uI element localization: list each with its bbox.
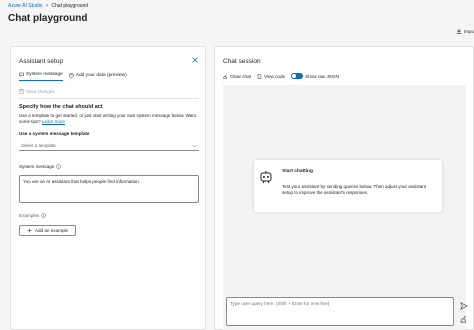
tab-system-message-label: System message <box>26 72 63 77</box>
breadcrumb-separator: > <box>45 3 49 9</box>
broom-icon[interactable] <box>460 315 468 323</box>
system-message-label-row: System message <box>19 164 61 169</box>
close-icon[interactable] <box>191 56 199 64</box>
tab-add-your-data-label: Add your data (preview) <box>75 72 127 78</box>
tab-add-your-data[interactable]: Add your data (preview) <box>69 72 127 81</box>
divider <box>19 98 199 99</box>
chevron-down-icon <box>192 144 197 148</box>
start-chatting-card: Start chatting Test your assistant by se… <box>254 160 442 212</box>
save-changes-button[interactable]: Save changes <box>19 89 55 94</box>
save-changes-label: Save changes <box>26 89 55 94</box>
view-code-button[interactable]: View code <box>257 74 285 79</box>
clear-chat-button[interactable]: Clear chat <box>223 74 251 79</box>
database-icon <box>69 72 74 78</box>
toggle-switch[interactable] <box>291 73 304 79</box>
user-query-input[interactable] <box>230 301 430 306</box>
section-heading: Specify how the chat should act <box>19 104 103 110</box>
template-select[interactable]: Select a template <box>19 141 199 151</box>
view-code-label: View code <box>263 73 286 79</box>
show-raw-json-label: Show raw JSON <box>305 73 339 79</box>
template-select-value: Select a template <box>21 143 56 148</box>
import-icon <box>456 28 462 34</box>
save-icon <box>19 89 24 94</box>
add-example-label: Add an example <box>34 228 69 233</box>
breadcrumb-current: Chat playground <box>51 3 89 9</box>
examples-label-row: Examples <box>19 213 46 218</box>
send-icon[interactable] <box>460 302 468 310</box>
section-description: Use a template to get started, or just s… <box>19 113 203 125</box>
chat-toolbar: Clear chat View code Show raw JSON <box>223 73 339 79</box>
start-chatting-description: Test your assistant by sending queries b… <box>282 184 426 195</box>
start-chatting-title: Start chatting <box>282 169 313 174</box>
show-raw-json-toggle[interactable]: Show raw JSON <box>291 73 339 79</box>
info-icon[interactable] <box>56 164 61 169</box>
clear-chat-label: Clear chat <box>230 73 251 79</box>
chat-bot-icon <box>260 171 272 184</box>
breadcrumb: Azure AI Studio > Chat playground <box>8 3 88 9</box>
chat-session-title: Chat session <box>223 58 261 65</box>
plus-icon <box>27 228 32 233</box>
system-message-textarea[interactable]: You are an AI assistant that helps peopl… <box>19 175 199 203</box>
code-file-icon <box>257 73 262 79</box>
template-label: Use a system message template <box>19 131 90 136</box>
message-icon <box>19 72 24 77</box>
learn-more-link[interactable]: Learn more <box>42 119 65 124</box>
page-title: Chat playground <box>8 13 88 24</box>
system-message-label: System message <box>19 164 55 169</box>
info-icon[interactable] <box>41 213 46 218</box>
import-label: Impo <box>463 28 474 34</box>
broom-icon <box>223 73 227 79</box>
tab-system-message[interactable]: System message <box>19 72 63 81</box>
assistant-setup-panel: Assistant setup System message Add your … <box>10 46 206 330</box>
assistant-setup-title: Assistant setup <box>19 58 64 65</box>
breadcrumb-root-link[interactable]: Azure AI Studio <box>8 3 42 9</box>
user-query-box[interactable] <box>226 297 454 326</box>
add-example-button[interactable]: Add an example <box>19 225 76 236</box>
import-button[interactable]: Impo <box>456 28 474 34</box>
setup-tabs: System message Add your data (preview) <box>19 72 127 81</box>
examples-label: Examples <box>19 213 40 218</box>
